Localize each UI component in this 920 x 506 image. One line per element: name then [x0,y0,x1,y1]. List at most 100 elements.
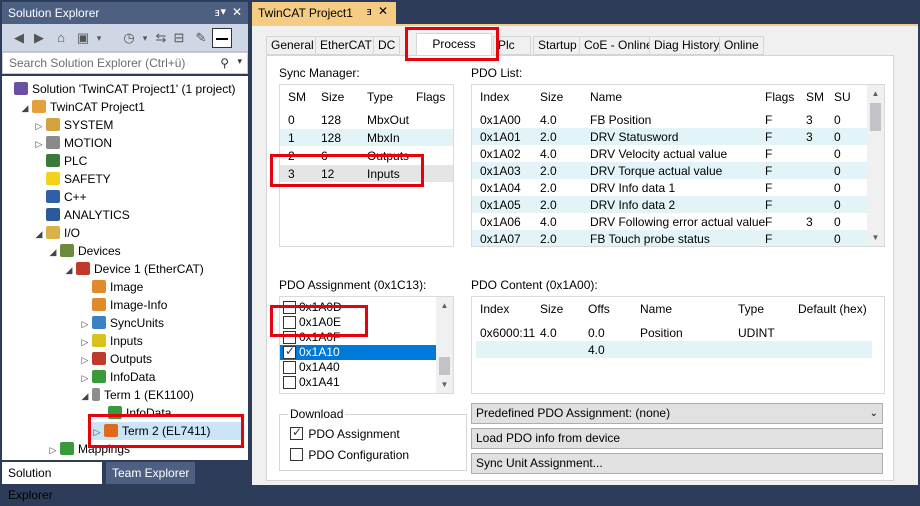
scroll-down-icon[interactable]: ▼ [436,376,453,393]
collapse-arrow-icon[interactable]: ◢ [46,243,60,261]
table-row[interactable]: 0x1A00 4.0 FB Position F 3 0 [472,111,869,128]
document-tab[interactable]: TwinCAT Project1 ⱻ ✕ [252,2,396,24]
scroll-down-icon[interactable]: ▼ [867,229,884,246]
pdo-assignment-item[interactable]: 0x1A40 [280,360,436,375]
table-row[interactable]: 0x6000:11 4.0 0.0 Position UDINT [472,324,884,341]
search-icon[interactable]: ⚲ [220,56,229,70]
forward-icon[interactable]: ▶ [30,29,48,47]
tree-node-safety[interactable]: SAFETY [46,170,111,188]
tab-ethercat[interactable]: EtherCAT [315,36,377,55]
column-header[interactable]: Flags [765,90,794,104]
column-header[interactable]: Index [480,302,509,316]
close-icon[interactable]: ✕ [232,5,242,19]
search-options-dropdown-icon[interactable]: ▾ [237,56,242,67]
column-header[interactable]: Size [321,90,344,104]
collapse-arrow-icon[interactable]: ◢ [78,387,92,405]
window-position-dropdown-icon[interactable]: ▾ [220,5,226,18]
pdo-assignment-checkbox[interactable] [283,301,296,314]
tree-node-image[interactable]: Image [92,278,143,296]
pdo-assignment-item[interactable]: 0x1A10 [280,344,436,360]
tab-general[interactable]: General [266,36,319,55]
pdo-list-scrollbar[interactable]: ▲ ▼ [867,85,884,246]
table-row[interactable]: 1 128 MbxIn [280,129,453,146]
column-header[interactable]: Name [590,90,622,104]
table-row[interactable]: 2 6 Outputs [280,147,453,164]
pdo-configuration-checkbox-row[interactable]: PDO Configuration [290,448,409,462]
tree-node-project[interactable]: ◢ TwinCAT Project1 [18,98,145,116]
tree-node-plc[interactable]: PLC [46,152,87,170]
column-header[interactable]: Flags [416,90,445,104]
tree-node-infodata[interactable]: ▷ InfoData [78,368,155,386]
expand-arrow-icon[interactable]: ▷ [32,135,46,153]
column-header[interactable]: Offs [588,302,610,316]
pdo-assignment-item[interactable]: 0x1A0E [280,315,436,330]
tab-online[interactable]: Online [719,36,764,55]
properties-icon[interactable]: ✎ [192,29,210,47]
column-header[interactable]: Index [480,90,509,104]
pdo-assignment-checkbox[interactable] [283,344,296,359]
pdo-assignment-item[interactable]: 0x1A0D [280,300,436,315]
tab-plc[interactable]: Plc [493,36,531,55]
scroll-up-icon[interactable]: ▲ [436,297,453,314]
tree-node-term-1[interactable]: ◢ Term 1 (EK1100) [78,386,194,404]
solution-explorer-search-input[interactable]: Search Solution Explorer (Ctrl+ü) ⚲ ▾ [2,52,248,74]
tab-coe-online[interactable]: CoE - Online [579,36,658,55]
column-header[interactable]: Type [738,302,764,316]
column-header[interactable]: Type [367,90,393,104]
tree-node-devices[interactable]: ◢ Devices [46,242,121,260]
pdo-assignment-checkbox[interactable] [283,361,296,374]
pdo-assignment-item[interactable]: 0x1A41 [280,375,436,390]
tree-node-term-2[interactable]: ▷ Term 2 (EL7411) [90,422,242,440]
table-row[interactable]: 0 128 MbxOut [280,111,453,128]
tab-diag-history[interactable]: Diag History [649,36,725,55]
scroll-thumb[interactable] [870,103,881,131]
expand-arrow-icon[interactable]: ▷ [32,117,46,135]
table-row[interactable]: 4.0 [476,341,872,358]
scroll-up-icon[interactable]: ▲ [867,85,884,102]
pdo-configuration-checkbox[interactable] [290,448,303,461]
table-row[interactable]: 0x1A05 2.0 DRV Info data 2 F 0 [472,196,869,213]
pdo-assignment-checkbox[interactable] [283,331,296,344]
tree-node-device-1[interactable]: ◢ Device 1 (EtherCAT) [62,260,204,278]
pdo-assignment-checkbox-row[interactable]: PDO Assignment [290,425,400,441]
tree-node-analytics[interactable]: ANALYTICS [46,206,130,224]
column-header[interactable]: Name [640,302,672,316]
preview-toggle-icon[interactable] [212,28,232,48]
expand-arrow-icon[interactable]: ▷ [78,369,92,387]
pdo-assignment-scrollbar[interactable]: ▲ ▼ [436,297,453,393]
pin-icon[interactable]: ⱻ [367,5,372,18]
column-header[interactable]: Size [540,302,563,316]
tree-node-inputs[interactable]: ▷ Inputs [78,332,143,350]
expand-arrow-icon[interactable]: ▷ [46,441,60,459]
switch-views-dropdown-icon[interactable]: ▾ [90,29,108,47]
collapse-arrow-icon[interactable]: ◢ [32,225,46,243]
column-header[interactable]: SM [288,90,306,104]
expand-arrow-icon[interactable]: ▷ [78,333,92,351]
tree-node-solution[interactable]: Solution 'TwinCAT Project1' (1 project) [14,80,236,98]
tree-node-system[interactable]: ▷ SYSTEM [32,116,113,134]
sync-unit-assignment-button[interactable]: Sync Unit Assignment... [471,453,883,474]
column-header[interactable]: Default (hex) [798,302,867,316]
pdo-assignment-item[interactable]: 0x1A0F [280,330,436,345]
collapse-arrow-icon[interactable]: ◢ [62,261,76,279]
table-row[interactable]: 0x1A01 2.0 DRV Statusword F 3 0 [472,128,869,145]
sync-icon[interactable]: ⇆ [152,29,170,47]
table-row[interactable]: 0x1A03 2.0 DRV Torque actual value F 0 [472,162,869,179]
pin-icon[interactable]: ⱻ [215,6,220,19]
tree-node-motion[interactable]: ▷ MOTION [32,134,112,152]
column-header[interactable]: Size [540,90,563,104]
tab-dc[interactable]: DC [373,36,401,55]
column-header[interactable]: SM [806,90,824,104]
table-row[interactable]: 0x1A07 2.0 FB Touch probe status F 0 [472,230,869,246]
table-row[interactable]: 0x1A04 2.0 DRV Info data 1 F 0 [472,179,869,196]
tab-solution-explorer[interactable]: Solution Explorer [2,462,102,502]
tree-node-syncunits[interactable]: ▷ SyncUnits [78,314,164,332]
pdo-assignment-checkbox[interactable] [290,425,303,440]
home-icon[interactable]: ⌂ [52,29,70,47]
tree-node-image-info[interactable]: Image-Info [92,296,167,314]
table-row-selected[interactable]: 3 12 Inputs [280,165,453,182]
collapse-arrow-icon[interactable]: ◢ [18,99,32,117]
load-pdo-info-button[interactable]: Load PDO info from device [471,428,883,449]
column-header[interactable]: SU [834,90,851,104]
collapse-all-icon[interactable]: ⊟ [170,29,188,47]
